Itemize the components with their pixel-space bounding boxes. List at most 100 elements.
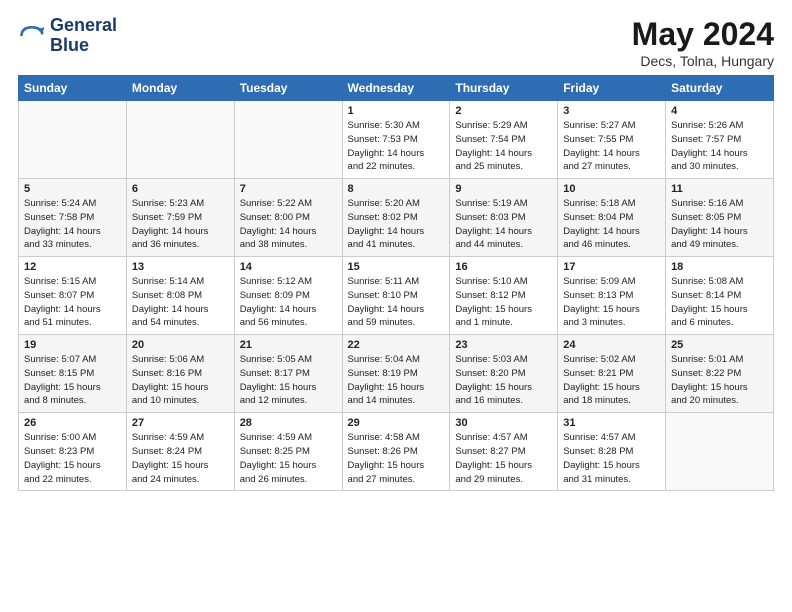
day-info: Sunrise: 5:26 AM Sunset: 7:57 PM Dayligh… [671,119,768,174]
day-number: 14 [240,261,337,273]
weekday-header: Sunday [19,76,127,101]
calendar-cell: 10Sunrise: 5:18 AM Sunset: 8:04 PM Dayli… [558,179,666,257]
logo: General Blue [18,16,117,56]
calendar-cell: 8Sunrise: 5:20 AM Sunset: 8:02 PM Daylig… [342,179,450,257]
day-info: Sunrise: 5:11 AM Sunset: 8:10 PM Dayligh… [348,275,445,330]
title-block: May 2024 Decs, Tolna, Hungary [632,16,774,69]
calendar-cell: 13 Sunrise: 5:14 AM Sunset: 8:08 PM Dayli… [126,257,234,335]
day-info: Sunrise: 5:23 AM Sunset: 7:59 PM Dayligh… [132,197,229,252]
calendar-cell: 11 Sunrise: 5:16 AM Sunset: 8:05 PM Dayli… [666,179,774,257]
day-number: 10 [563,183,660,195]
calendar-week-row: 26 Sunrise: 5:00 AM Sunset: 8:23 PM Dayli… [19,413,774,491]
calendar-cell: 31 Sunrise: 4:57 AM Sunset: 8:28 PM Dayli… [558,413,666,491]
day-info: Sunrise: 5:19 AM Sunset: 8:03 PM Dayligh… [455,197,552,252]
calendar-cell [19,101,127,179]
day-info: Sunrise: 5:24 AM Sunset: 7:58 PM Dayligh… [24,197,121,252]
calendar-cell: 21Sunrise: 5:05 AM Sunset: 8:17 PM Dayli… [234,335,342,413]
calendar-cell: 12 Sunrise: 5:15 AM Sunset: 8:07 PM Dayli… [19,257,127,335]
calendar-cell: 29Sunrise: 4:58 AM Sunset: 8:26 PM Dayli… [342,413,450,491]
day-number: 7 [240,183,337,195]
calendar-cell [666,413,774,491]
calendar-cell: 7 Sunrise: 5:22 AM Sunset: 8:00 PM Daylig… [234,179,342,257]
day-info: Sunrise: 5:02 AM Sunset: 8:21 PM Dayligh… [563,353,660,408]
weekday-header-row: SundayMondayTuesdayWednesdayThursdayFrid… [19,76,774,101]
month-title: May 2024 [632,16,774,53]
day-number: 25 [671,339,768,351]
calendar-cell: 23 Sunrise: 5:03 AM Sunset: 8:20 PM Dayli… [450,335,558,413]
calendar-cell: 26 Sunrise: 5:00 AM Sunset: 8:23 PM Dayli… [19,413,127,491]
day-info: Sunrise: 5:10 AM Sunset: 8:12 PM Dayligh… [455,275,552,330]
location-title: Decs, Tolna, Hungary [632,53,774,69]
day-number: 12 [24,261,121,273]
day-info: Sunrise: 4:59 AM Sunset: 8:25 PM Dayligh… [240,431,337,486]
day-number: 3 [563,105,660,117]
day-number: 11 [671,183,768,195]
day-number: 27 [132,417,229,429]
logo-line2: Blue [50,36,117,56]
day-number: 24 [563,339,660,351]
calendar-cell: 16 Sunrise: 5:10 AM Sunset: 8:12 PM Dayli… [450,257,558,335]
day-info: Sunrise: 5:15 AM Sunset: 8:07 PM Dayligh… [24,275,121,330]
day-number: 18 [671,261,768,273]
calendar-cell: 9 Sunrise: 5:19 AM Sunset: 8:03 PM Daylig… [450,179,558,257]
calendar-cell: 22Sunrise: 5:04 AM Sunset: 8:19 PM Dayli… [342,335,450,413]
page-container: General Blue May 2024 Decs, Tolna, Hunga… [0,0,792,501]
day-number: 21 [240,339,337,351]
day-info: Sunrise: 5:03 AM Sunset: 8:20 PM Dayligh… [455,353,552,408]
weekday-header: Monday [126,76,234,101]
day-number: 29 [348,417,445,429]
calendar-cell [126,101,234,179]
day-info: Sunrise: 5:22 AM Sunset: 8:00 PM Dayligh… [240,197,337,252]
day-number: 23 [455,339,552,351]
day-number: 19 [24,339,121,351]
day-number: 15 [348,261,445,273]
day-info: Sunrise: 4:57 AM Sunset: 8:27 PM Dayligh… [455,431,552,486]
day-number: 1 [348,105,445,117]
calendar-cell: 27 Sunrise: 4:59 AM Sunset: 8:24 PM Dayli… [126,413,234,491]
day-info: Sunrise: 4:59 AM Sunset: 8:24 PM Dayligh… [132,431,229,486]
calendar-cell: 4 Sunrise: 5:26 AM Sunset: 7:57 PM Daylig… [666,101,774,179]
day-info: Sunrise: 5:29 AM Sunset: 7:54 PM Dayligh… [455,119,552,174]
day-number: 6 [132,183,229,195]
day-number: 4 [671,105,768,117]
day-number: 28 [240,417,337,429]
day-number: 26 [24,417,121,429]
day-number: 30 [455,417,552,429]
calendar-cell: 2 Sunrise: 5:29 AM Sunset: 7:54 PM Daylig… [450,101,558,179]
calendar-cell: 30 Sunrise: 4:57 AM Sunset: 8:27 PM Dayli… [450,413,558,491]
day-number: 16 [455,261,552,273]
day-info: Sunrise: 5:08 AM Sunset: 8:14 PM Dayligh… [671,275,768,330]
logo-text: General Blue [50,16,117,56]
logo-icon [18,22,46,50]
day-number: 9 [455,183,552,195]
calendar-cell: 24 Sunrise: 5:02 AM Sunset: 8:21 PM Dayli… [558,335,666,413]
day-info: Sunrise: 5:09 AM Sunset: 8:13 PM Dayligh… [563,275,660,330]
day-info: Sunrise: 5:00 AM Sunset: 8:23 PM Dayligh… [24,431,121,486]
calendar-table: SundayMondayTuesdayWednesdayThursdayFrid… [18,75,774,491]
weekday-header: Thursday [450,76,558,101]
calendar-cell: 18 Sunrise: 5:08 AM Sunset: 8:14 PM Dayli… [666,257,774,335]
day-info: Sunrise: 5:01 AM Sunset: 8:22 PM Dayligh… [671,353,768,408]
weekday-header: Wednesday [342,76,450,101]
day-info: Sunrise: 5:16 AM Sunset: 8:05 PM Dayligh… [671,197,768,252]
day-number: 13 [132,261,229,273]
calendar-cell: 6 Sunrise: 5:23 AM Sunset: 7:59 PM Daylig… [126,179,234,257]
day-number: 31 [563,417,660,429]
calendar-cell: 17Sunrise: 5:09 AM Sunset: 8:13 PM Dayli… [558,257,666,335]
calendar-cell: 14Sunrise: 5:12 AM Sunset: 8:09 PM Dayli… [234,257,342,335]
calendar-week-row: 5Sunrise: 5:24 AM Sunset: 7:58 PM Daylig… [19,179,774,257]
day-number: 2 [455,105,552,117]
day-info: Sunrise: 5:20 AM Sunset: 8:02 PM Dayligh… [348,197,445,252]
day-info: Sunrise: 4:57 AM Sunset: 8:28 PM Dayligh… [563,431,660,486]
day-info: Sunrise: 5:30 AM Sunset: 7:53 PM Dayligh… [348,119,445,174]
calendar-cell: 20Sunrise: 5:06 AM Sunset: 8:16 PM Dayli… [126,335,234,413]
calendar-week-row: 19 Sunrise: 5:07 AM Sunset: 8:15 PM Dayli… [19,335,774,413]
day-info: Sunrise: 5:14 AM Sunset: 8:08 PM Dayligh… [132,275,229,330]
weekday-header: Tuesday [234,76,342,101]
calendar-cell: 28 Sunrise: 4:59 AM Sunset: 8:25 PM Dayli… [234,413,342,491]
day-number: 20 [132,339,229,351]
calendar-cell: 15 Sunrise: 5:11 AM Sunset: 8:10 PM Dayli… [342,257,450,335]
day-info: Sunrise: 5:07 AM Sunset: 8:15 PM Dayligh… [24,353,121,408]
calendar-week-row: 1 Sunrise: 5:30 AM Sunset: 7:53 PM Daylig… [19,101,774,179]
calendar-cell: 5Sunrise: 5:24 AM Sunset: 7:58 PM Daylig… [19,179,127,257]
